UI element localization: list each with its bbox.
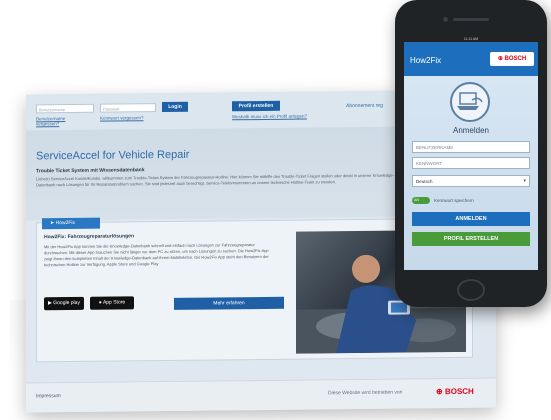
password-input[interactable]: Passwort (100, 103, 156, 113)
app-store-badge[interactable]: ● App Store (90, 296, 134, 310)
create-profile-button[interactable]: Profil erstellen (232, 100, 280, 112)
app-bosch-logo: ⊕ BOSCH (490, 52, 534, 66)
tab-how2fix[interactable]: ➤ How2Fix (42, 217, 100, 230)
app-header: How2Fix ⊕ BOSCH (404, 42, 538, 76)
app-title: How2Fix (410, 56, 442, 65)
app-store-label: App Store (102, 299, 126, 306)
speaker-icon (453, 18, 489, 21)
smartphone: 11:11 AM How2Fix ⊕ BOSCH Anmelden BENUTZ… (395, 0, 547, 307)
login-form: Anmelden BENUTZERNAME KENNWORT Deutsch ▾… (404, 76, 538, 270)
bosch-wordmark: BOSCH (444, 386, 474, 397)
login-icon (450, 82, 490, 122)
app-bosch-wordmark: BOSCH (504, 56, 527, 62)
bosch-icon: ⊕ (497, 56, 505, 62)
bosch-logo: ⊕ BOSCH (436, 387, 474, 396)
panel-title: How2Fix: Fahrzeugreparaturlösungen (44, 233, 135, 241)
tab-label: How2Fix (55, 219, 76, 227)
subscription-link[interactable]: Abonnement reg (346, 103, 383, 109)
login-heading: Anmelden (452, 126, 490, 135)
footer: Impressum Diese Website wird betrieben v… (26, 377, 496, 413)
forgot-password-link[interactable]: Kennwort vergessen? (100, 115, 144, 120)
profile-note-link[interactable]: Weshalb muss ich ein Profil anlegen? (232, 114, 307, 120)
google-play-badge[interactable]: ▶ Google play (44, 296, 84, 311)
password-field[interactable]: KENNWORT (412, 157, 530, 169)
home-button[interactable] (457, 279, 485, 301)
language-select[interactable]: Deutsch ▾ (412, 175, 530, 187)
forgot-username-link[interactable]: Benutzername vergessen? (36, 116, 76, 126)
login-button[interactable]: Login (162, 101, 188, 113)
bosch-icon: ⊕ (436, 387, 445, 397)
username-field[interactable]: BENUTZERNAME (412, 141, 530, 153)
impressum-link[interactable]: Impressum (36, 393, 61, 399)
language-value: Deutsch (416, 179, 433, 184)
login-button[interactable]: ANMELDEN (412, 212, 530, 226)
remember-label: Kennwort speichern (434, 198, 474, 203)
remember-toggle[interactable]: AN (412, 197, 430, 204)
operated-by-text: Diese Website wird betrieben von (328, 389, 403, 397)
camera-icon (443, 17, 448, 22)
chevron-down-icon: ▾ (523, 178, 526, 184)
create-profile-button[interactable]: PROFIL ERSTELLEN (412, 232, 530, 246)
page-title: ServiceAccel for Vehicle Repair (36, 148, 190, 163)
page-subtitle: Trouble Ticket System mit Wissensdatenba… (36, 167, 145, 175)
google-play-label: Google play (53, 299, 80, 307)
username-input[interactable]: Benutzername (36, 103, 94, 114)
panel-text: Mit der How2Fix App können Sie die Knowl… (44, 242, 269, 268)
learn-more-button[interactable]: Mehr erfahren (174, 296, 284, 310)
phone-screen: 11:11 AM How2Fix ⊕ BOSCH Anmelden BENUTZ… (404, 36, 538, 270)
laptop-user-icon (457, 92, 483, 110)
